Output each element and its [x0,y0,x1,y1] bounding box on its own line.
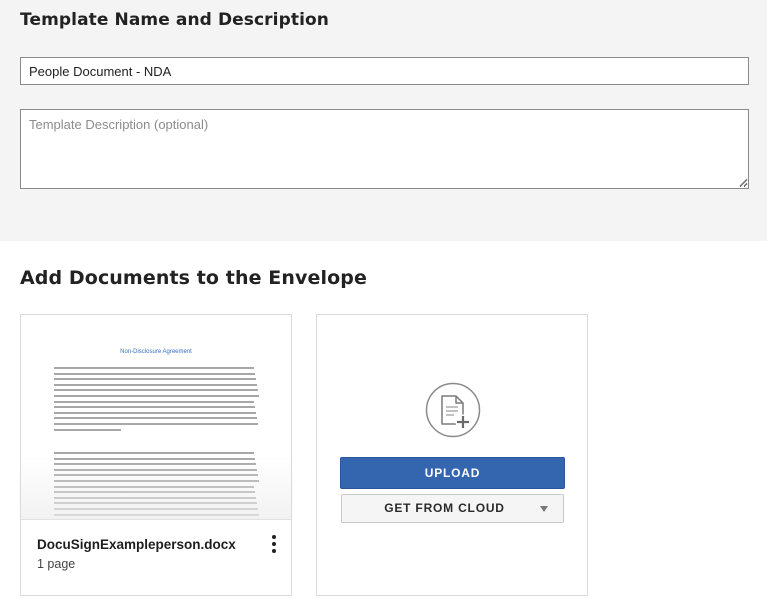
document-filename: DocuSignExampleperson.docx [37,537,236,552]
preview-text-line [54,389,258,392]
preview-text-line [54,411,256,414]
preview-text-line [54,452,254,454]
caret-down-icon [540,506,548,512]
preview-text-line [54,406,255,409]
document-thumbnail[interactable]: Non-Disclosure Agreement [21,315,291,519]
preview-text-line [54,428,121,431]
preview-text-line [54,395,259,397]
documents-section-title: Add Documents to the Envelope [20,267,367,289]
document-page-count: 1 page [37,557,76,571]
get-from-cloud-button[interactable]: GET FROM CLOUD [341,494,564,523]
preview-text-line [54,378,256,381]
template-name-input[interactable] [20,57,749,85]
add-document-icon [425,382,481,438]
preview-text-line [54,423,258,425]
preview-text-line [54,372,255,375]
get-from-cloud-label: GET FROM CLOUD [384,501,505,515]
preview-text-line [54,400,254,403]
template-description-input[interactable] [20,109,749,189]
upload-card: UPLOAD GET FROM CLOUD [316,314,588,596]
preview-text-line [54,417,257,420]
document-preview-title: Non-Disclosure Agreement [120,349,192,355]
document-card[interactable]: Non-Disclosure Agreement DocuSignExample… [20,314,292,596]
preview-text-line [54,383,257,386]
preview-text-line [54,367,254,369]
template-section-title: Template Name and Description [20,10,329,30]
document-card-footer: DocuSignExampleperson.docx 1 page [21,519,291,595]
kebab-menu-icon[interactable] [267,533,281,555]
upload-button[interactable]: UPLOAD [340,457,565,489]
thumbnail-fade [21,455,291,519]
